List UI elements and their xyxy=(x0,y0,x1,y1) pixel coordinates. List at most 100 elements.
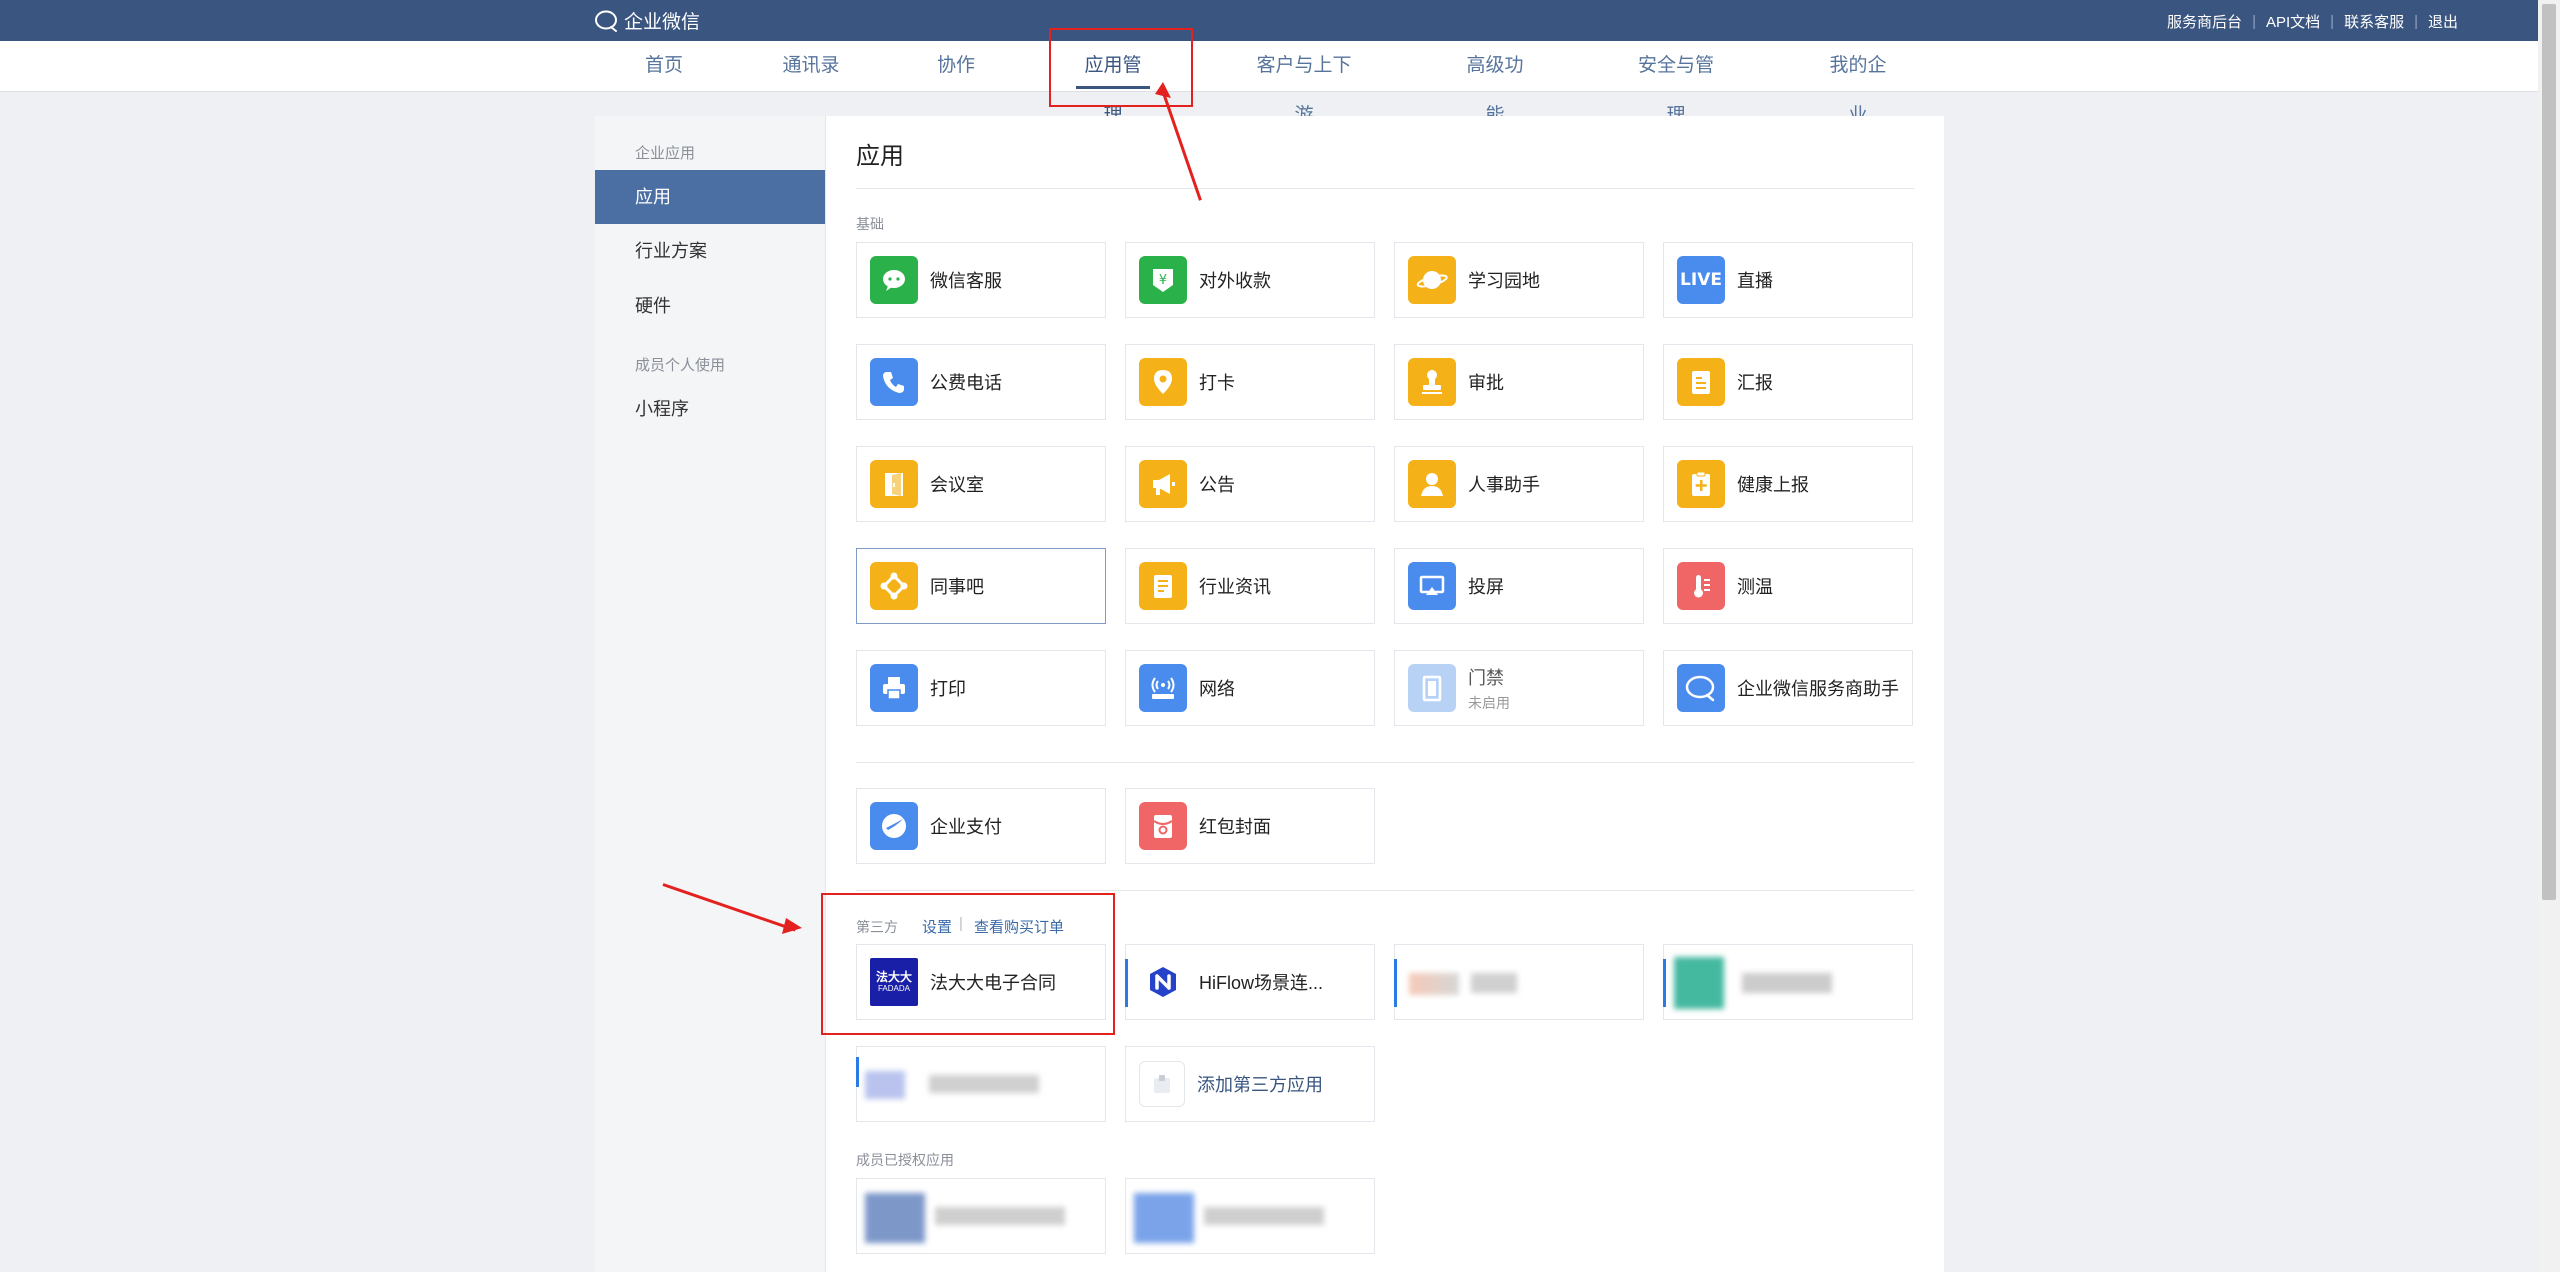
enterprise-pay-icon xyxy=(870,802,918,850)
app-card-access-control[interactable]: 门禁 未启用 xyxy=(1394,650,1644,726)
sidebar-item-apps[interactable]: 应用 xyxy=(595,170,825,224)
link-contact-support[interactable]: 联系客服 xyxy=(2344,11,2404,32)
page-title: 应用 xyxy=(856,143,904,170)
app-card-report[interactable]: 汇报 xyxy=(1663,344,1913,420)
nav-customers[interactable]: 客户与上下游 xyxy=(1250,41,1358,126)
app-name: 打印 xyxy=(930,679,966,699)
wechat-service-icon xyxy=(870,256,918,304)
app-card-red-packet[interactable]: 红包封面 xyxy=(1125,788,1375,864)
colleague-network-icon xyxy=(870,562,918,610)
blurred-app-icon xyxy=(1674,957,1724,1009)
app-name: 企业微信服务商助手 xyxy=(1737,679,1899,699)
blurred-app-name xyxy=(1742,973,1832,993)
access-door-icon xyxy=(1408,664,1456,712)
app-card-blurred-5[interactable] xyxy=(1125,1178,1375,1254)
app-name: 投屏 xyxy=(1468,577,1504,597)
app-card-external-payment[interactable]: ¥ 对外收款 xyxy=(1125,242,1375,318)
app-card-announcement[interactable]: 公告 xyxy=(1125,446,1375,522)
app-name: 汇报 xyxy=(1737,373,1773,393)
app-card-industry-news[interactable]: 行业资讯 xyxy=(1125,548,1375,624)
add-app-icon xyxy=(1139,1061,1185,1107)
app-name: 红包封面 xyxy=(1199,817,1271,837)
app-card-print[interactable]: 打印 xyxy=(856,650,1106,726)
app-name: 健康上报 xyxy=(1737,475,1809,495)
blurred-app-icon xyxy=(865,1071,905,1099)
screen-cast-icon xyxy=(1408,562,1456,610)
app-card-health-report[interactable]: 健康上报 xyxy=(1663,446,1913,522)
payment-yen-icon: ¥ xyxy=(1139,256,1187,304)
app-name: 微信客服 xyxy=(930,271,1002,291)
sidebar-group-enterprise: 企业应用 xyxy=(635,145,696,162)
app-card-blurred-3[interactable] xyxy=(856,1046,1106,1122)
report-doc-icon xyxy=(1677,358,1725,406)
app-card-thermometer[interactable]: 测温 xyxy=(1663,548,1913,624)
app-name: 门禁 xyxy=(1468,667,1504,688)
stamp-icon xyxy=(1408,358,1456,406)
add-third-party-app-button[interactable]: 添加第三方应用 xyxy=(1125,1046,1375,1122)
planet-icon xyxy=(1408,256,1456,304)
app-card-approval[interactable]: 审批 xyxy=(1394,344,1644,420)
sidebar-item-miniprogram[interactable]: 小程序 xyxy=(595,382,825,436)
annotation-arrowhead-nav xyxy=(1155,82,1171,98)
scrollbar-thumb[interactable] xyxy=(2542,4,2556,900)
app-card-hiflow[interactable]: HiFlow场景连... xyxy=(1125,944,1375,1020)
blurred-app-name xyxy=(1204,1207,1324,1225)
app-name: 公费电话 xyxy=(930,373,1002,393)
thermometer-icon xyxy=(1677,562,1725,610)
wifi-router-icon xyxy=(1139,664,1187,712)
chat-bubble-icon xyxy=(1677,664,1725,712)
blurred-app-name xyxy=(929,1075,1039,1093)
app-card-meeting-room[interactable]: 会议室 xyxy=(856,446,1106,522)
news-doc-icon xyxy=(1139,562,1187,610)
blurred-app-icon xyxy=(1134,1193,1194,1243)
sidebar: 企业应用 应用 行业方案 硬件 成员个人使用 小程序 xyxy=(595,116,826,1272)
main-nav: 首页 通讯录 协作 应用管理 客户与上下游 高级功能 安全与管理 我的企业 xyxy=(0,41,2538,126)
app-name: 行业资讯 xyxy=(1199,577,1271,597)
sidebar-item-industry[interactable]: 行业方案 xyxy=(595,224,825,278)
app-card-checkin[interactable]: 打卡 xyxy=(1125,344,1375,420)
link-provider-backend[interactable]: 服务商后台 xyxy=(2167,11,2242,32)
megaphone-icon xyxy=(1139,460,1187,508)
app-name: 打卡 xyxy=(1199,373,1235,393)
nav-security[interactable]: 安全与管理 xyxy=(1630,41,1722,126)
vertical-scrollbar[interactable] xyxy=(2538,0,2560,1272)
nav-advanced[interactable]: 高级功能 xyxy=(1458,41,1532,126)
phone-icon xyxy=(870,358,918,406)
app-card-learning[interactable]: 学习园地 xyxy=(1394,242,1644,318)
wecom-logo[interactable]: 企业微信 xyxy=(594,7,700,34)
nav-home[interactable]: 首页 xyxy=(640,41,688,91)
app-card-colleague-bar[interactable]: 同事吧 xyxy=(856,548,1106,624)
app-name: 对外收款 xyxy=(1199,271,1271,291)
nav-my-enterprise[interactable]: 我的企业 xyxy=(1822,41,1894,126)
add-third-party-label: 添加第三方应用 xyxy=(1197,1075,1323,1095)
app-card-wechat-service[interactable]: 微信客服 xyxy=(856,242,1106,318)
app-name: 测温 xyxy=(1737,577,1773,597)
nav-contacts[interactable]: 通讯录 xyxy=(782,41,840,91)
app-card-phone[interactable]: 公费电话 xyxy=(856,344,1106,420)
app-name: 会议室 xyxy=(930,475,984,495)
app-name: 直播 xyxy=(1737,271,1773,291)
nav-collaboration[interactable]: 协作 xyxy=(936,41,976,91)
app-card-hr-assistant[interactable]: 人事助手 xyxy=(1394,446,1644,522)
app-card-screen-cast[interactable]: 投屏 xyxy=(1394,548,1644,624)
sidebar-item-hardware[interactable]: 硬件 xyxy=(595,279,825,333)
app-card-live[interactable]: LIVE 直播 xyxy=(1663,242,1913,318)
app-card-blurred-4[interactable] xyxy=(856,1178,1106,1254)
app-name: 公告 xyxy=(1199,475,1235,495)
app-card-blurred-2[interactable] xyxy=(1663,944,1913,1020)
section-member-authorized-label: 成员已授权应用 xyxy=(856,1152,954,1168)
app-name: 网络 xyxy=(1199,679,1235,699)
main-panel: 企业应用 应用 行业方案 硬件 成员个人使用 小程序 应用 基础 微信客服 ¥ … xyxy=(595,116,1944,1272)
app-card-blurred-1[interactable] xyxy=(1394,944,1644,1020)
printer-icon xyxy=(870,664,918,712)
live-icon: LIVE xyxy=(1677,256,1725,304)
app-name: 企业支付 xyxy=(930,817,1002,837)
link-logout[interactable]: 退出 xyxy=(2428,11,2458,32)
app-card-provider-assistant[interactable]: 企业微信服务商助手 xyxy=(1663,650,1913,726)
link-api-docs[interactable]: API文档 xyxy=(2266,11,2320,32)
blurred-app-icon xyxy=(865,1193,925,1243)
top-bar: 企业微信 服务商后台 | API文档 | 联系客服 | 退出 xyxy=(0,0,2538,41)
app-card-network[interactable]: 网络 xyxy=(1125,650,1375,726)
top-links: 服务商后台 | API文档 | 联系客服 | 退出 xyxy=(2167,11,2458,32)
app-card-enterprise-pay[interactable]: 企业支付 xyxy=(856,788,1106,864)
